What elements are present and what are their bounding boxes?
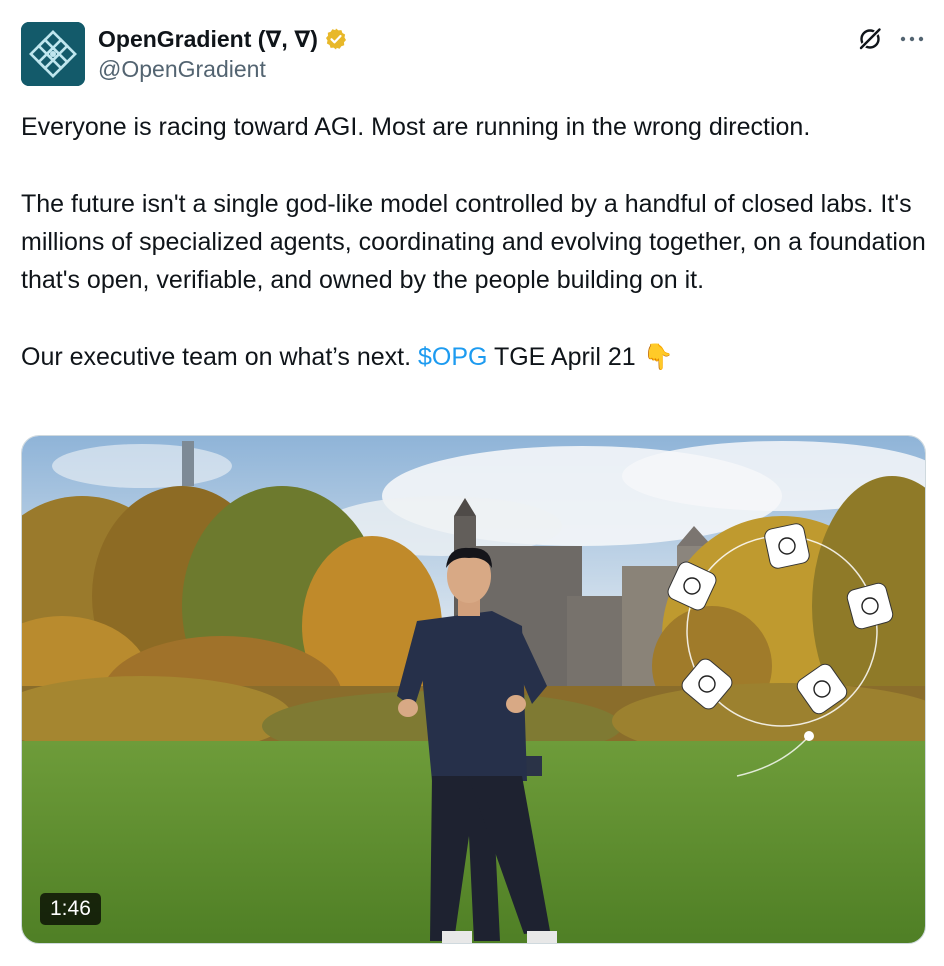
cashtag-link[interactable]: $OPG — [418, 343, 487, 371]
opengradient-logo-icon — [21, 22, 85, 86]
verified-badge-icon[interactable] — [324, 27, 348, 51]
video-duration-badge: 1:46 — [40, 893, 101, 925]
video-player[interactable] — [21, 435, 926, 944]
author-name-row[interactable]: OpenGradient (∇, ∇) — [98, 24, 348, 54]
tweet-paragraph-2: The future isn't a single god-like model… — [21, 189, 926, 295]
author-handle[interactable]: @OpenGradient — [98, 56, 266, 83]
tweet-text: Everyone is racing toward AGI. Most are … — [21, 108, 926, 376]
tweet-line-1: Everyone is racing toward AGI. Most are … — [21, 113, 811, 141]
tweet-line-3-suffix: TGE April 21 👇 — [487, 342, 674, 371]
avatar[interactable] — [21, 22, 85, 86]
tweet-line-3: Our executive team on what’s next. $OPG … — [21, 338, 926, 376]
video-thumbnail — [22, 436, 925, 943]
grok-icon[interactable] — [856, 25, 884, 53]
more-icon[interactable] — [899, 27, 925, 51]
tweet-line-3-prefix: Our executive team on what’s next. — [21, 342, 418, 371]
author-display-name[interactable]: OpenGradient (∇, ∇) — [98, 26, 318, 53]
